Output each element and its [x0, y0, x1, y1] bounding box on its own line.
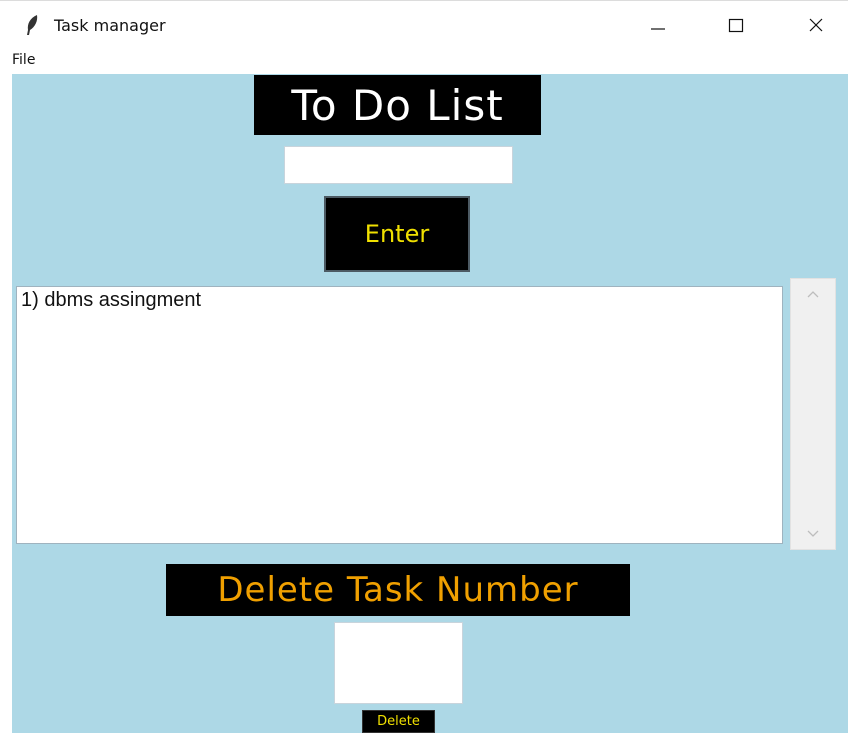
feather-icon	[25, 14, 39, 36]
minimize-icon	[651, 28, 665, 30]
task-list-scrollbar[interactable]	[790, 278, 836, 550]
maximize-button[interactable]	[706, 0, 766, 50]
task-list-item[interactable]: 1) dbms assingment	[21, 289, 201, 312]
task-listbox[interactable]: 1) dbms assingment	[16, 286, 783, 544]
menu-bar	[0, 50, 848, 74]
minimize-button[interactable]	[628, 0, 688, 50]
scroll-down-arrow-icon[interactable]	[791, 523, 835, 545]
delete-button[interactable]: Delete	[362, 710, 435, 733]
page-heading: To Do List	[254, 75, 541, 135]
close-icon	[809, 18, 823, 32]
task-input[interactable]	[284, 146, 513, 184]
delete-number-input[interactable]	[334, 622, 463, 704]
scroll-up-arrow-icon[interactable]	[791, 283, 835, 305]
delete-heading: Delete Task Number	[166, 564, 630, 616]
window-title: Task manager	[54, 16, 166, 35]
maximize-icon	[728, 18, 744, 33]
enter-button[interactable]: Enter	[324, 196, 470, 272]
menu-file[interactable]: File	[12, 52, 35, 68]
close-button[interactable]	[786, 0, 846, 50]
